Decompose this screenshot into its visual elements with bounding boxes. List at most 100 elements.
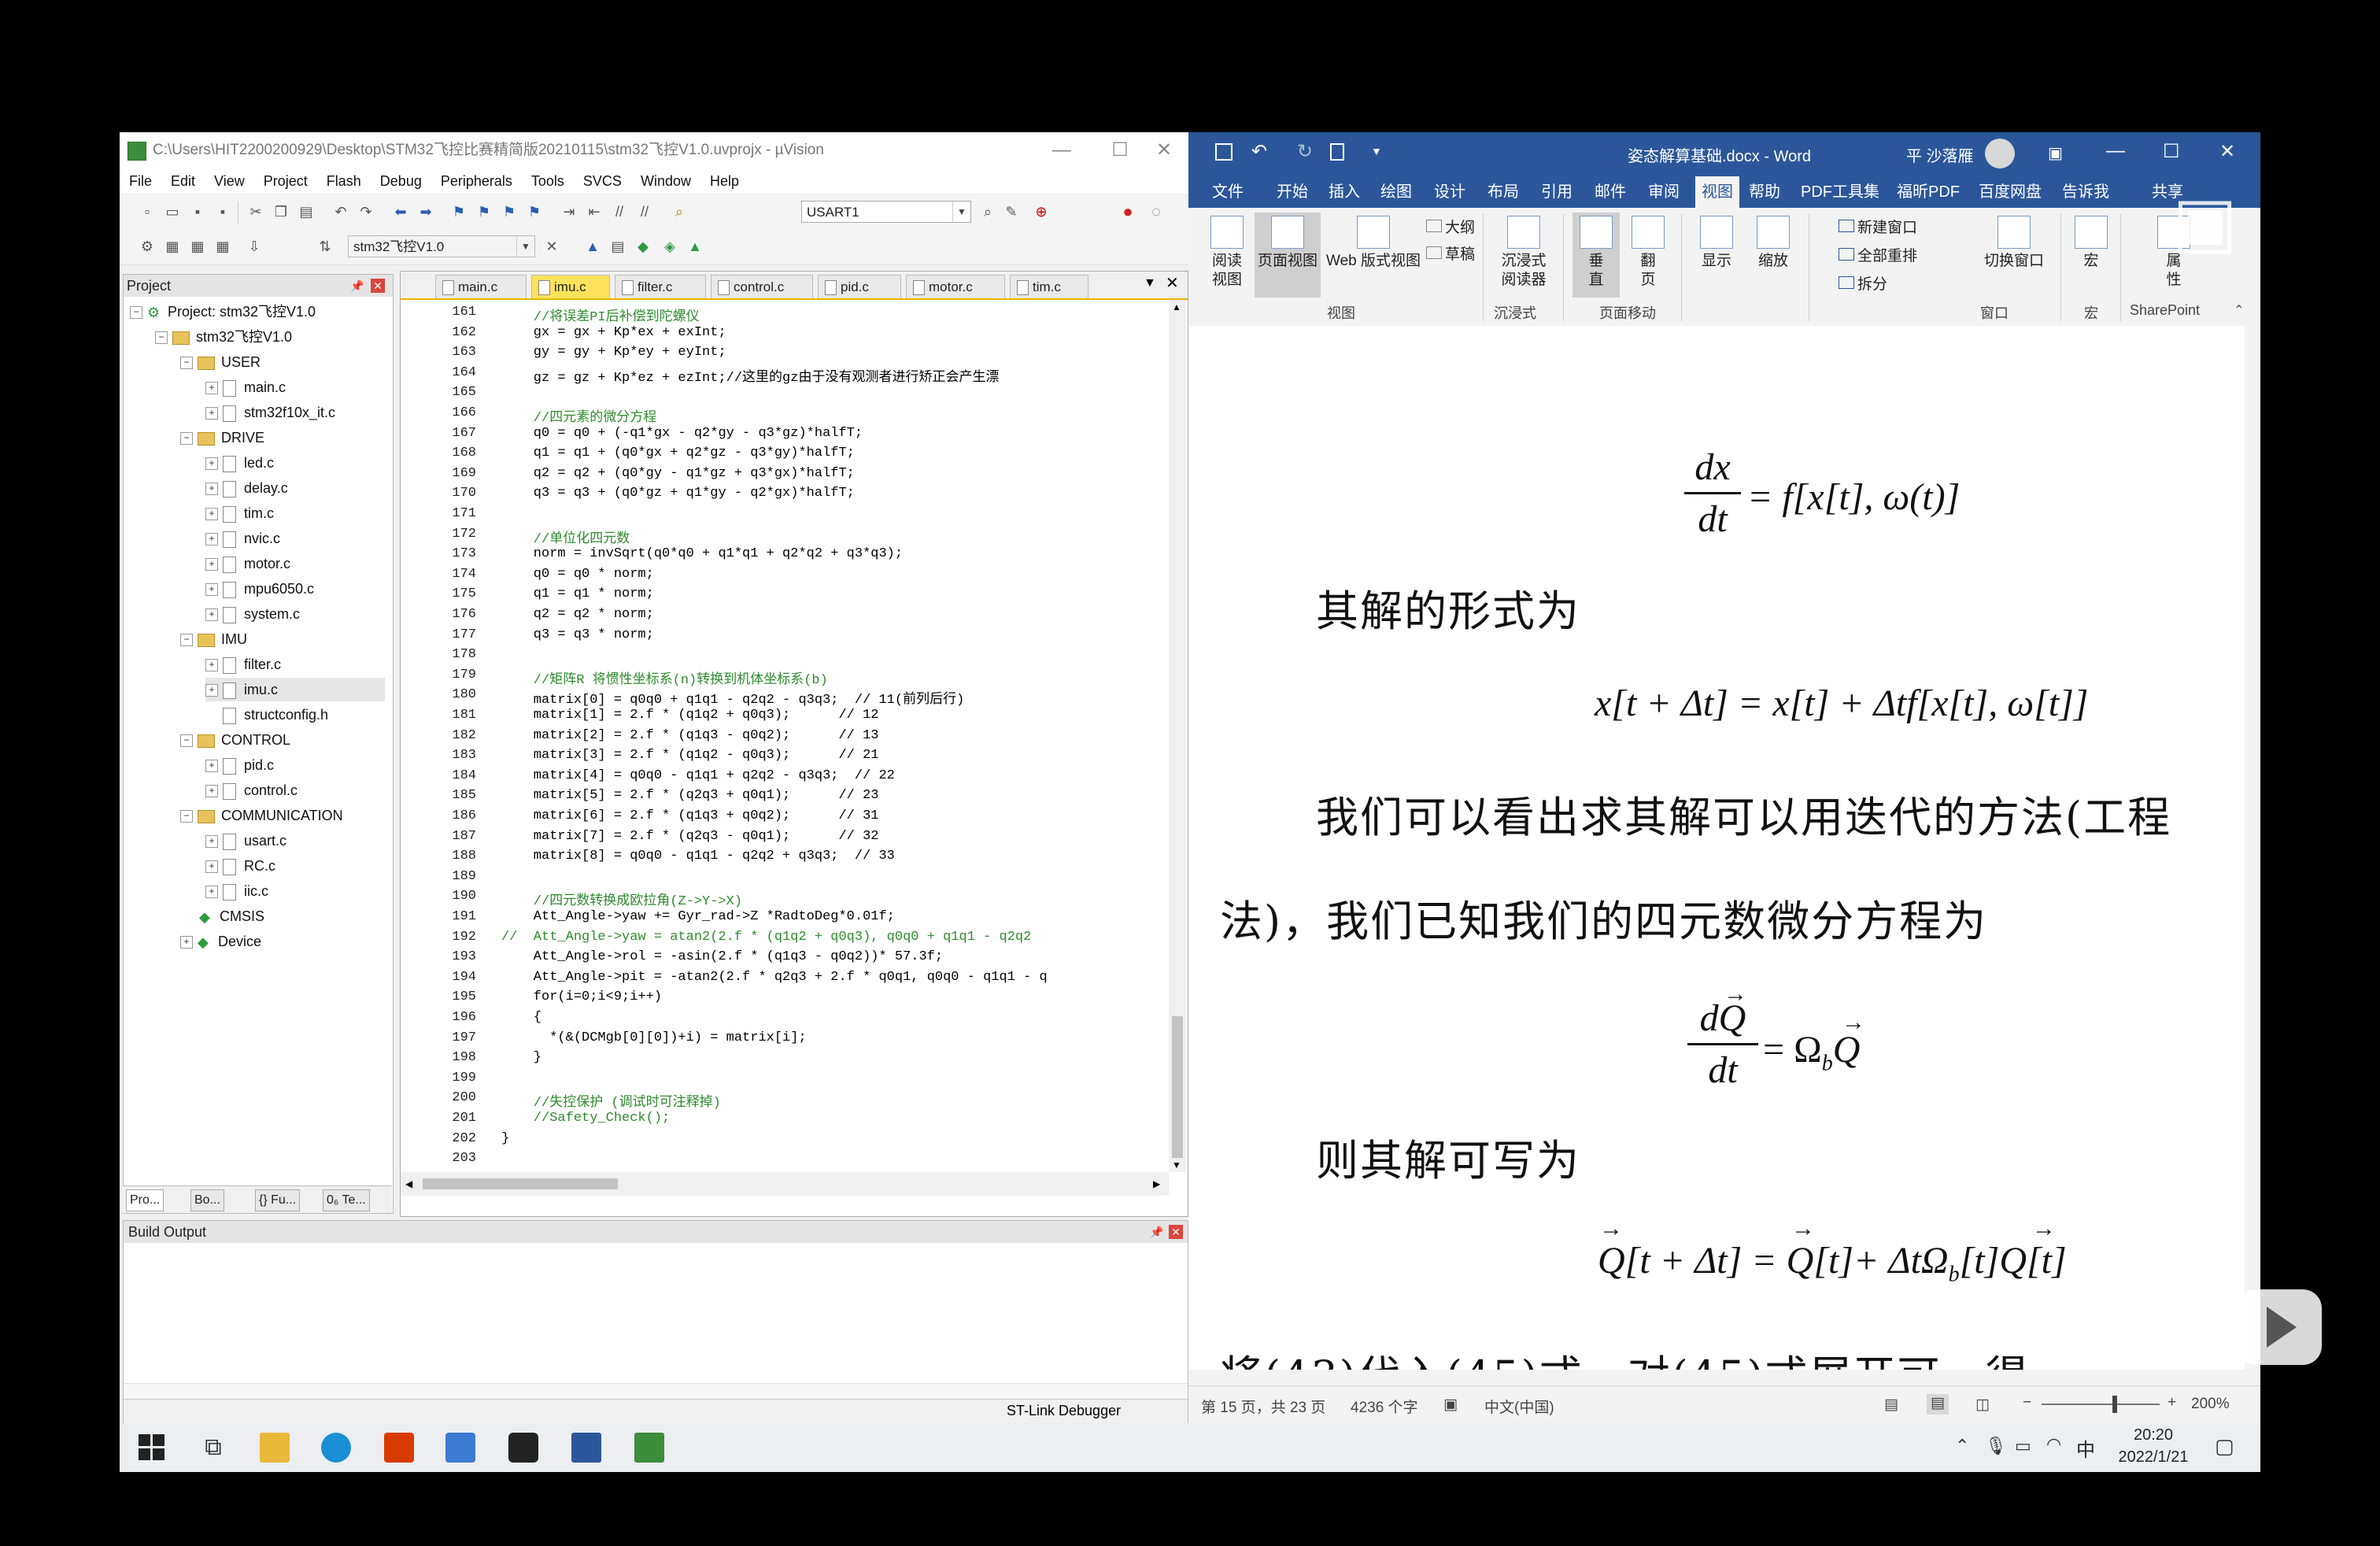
proofing-icon[interactable]: ▣ [1443, 1396, 1458, 1414]
code-line[interactable]: //单位化四元数 [501, 527, 630, 547]
expand-icon[interactable]: + [205, 760, 218, 773]
language-status[interactable]: 中文(中国) [1484, 1396, 1554, 1417]
pin-icon[interactable]: 📌 [1150, 1221, 1163, 1243]
macros-button[interactable]: 宏 [2071, 216, 2111, 271]
collapse-icon[interactable]: − [180, 810, 193, 823]
collapse-icon[interactable]: − [180, 432, 193, 446]
find-icon[interactable]: ⌕ [979, 203, 996, 220]
expand-icon[interactable]: + [205, 835, 218, 849]
collapse-ribbon-icon[interactable]: ⌃ [2234, 302, 2244, 318]
tab-references[interactable]: 引用 [1541, 176, 1572, 208]
editor-hscrollbar[interactable]: ◀ ▶ [401, 1172, 1169, 1196]
zoom-button[interactable]: 缩放 [1749, 216, 1798, 271]
editor-tab[interactable]: motor.c [906, 275, 1005, 298]
expand-icon[interactable]: + [205, 583, 218, 597]
tree-component[interactable]: + ◆ Device [180, 930, 261, 953]
editor-tab[interactable]: main.c [435, 275, 527, 298]
code-line[interactable]: gz = gz + Kp*ez + ezInt;//这里的gz由于没有观测者进行… [501, 365, 1000, 386]
print-layout-view-icon[interactable]: ▤ [1927, 1394, 1949, 1415]
keil-taskbar-icon[interactable] [634, 1433, 664, 1463]
close-tab-icon[interactable]: ✕ [1166, 273, 1179, 293]
tree-file[interactable]: + delay.c [205, 476, 288, 500]
close-pane-icon[interactable]: ✕ [371, 279, 385, 293]
code-line[interactable]: } [501, 1131, 509, 1146]
code-line[interactable]: //Safety_Check(); [501, 1111, 670, 1126]
nav-back-icon[interactable]: ⬅ [392, 203, 409, 220]
target-options-icon[interactable]: ✕ [543, 238, 560, 255]
save-icon[interactable] [1215, 143, 1232, 161]
new-window-button[interactable]: 新建窗口 [1839, 216, 1917, 237]
close-icon[interactable]: ✕ [2219, 140, 2235, 163]
edge-icon[interactable] [321, 1433, 351, 1463]
tree-file[interactable]: + system.c [205, 602, 300, 626]
tab-review[interactable]: 审阅 [1648, 176, 1680, 208]
collapse-icon[interactable]: − [180, 734, 193, 748]
scroll-up-icon[interactable]: ▲ [1172, 301, 1181, 313]
menu-edit[interactable]: Edit [161, 168, 205, 194]
collapse-icon[interactable]: − [180, 357, 193, 370]
editor-tab-active[interactable]: imu.c [531, 275, 610, 298]
tree-file[interactable]: + pid.c [205, 753, 274, 777]
code-line[interactable]: matrix[5] = 2.f * (q2q3 + q0q1); // 23 [501, 788, 879, 803]
tab-help[interactable]: 帮助 [1749, 176, 1780, 208]
wifi-icon[interactable]: ◠ [2046, 1434, 2061, 1455]
office-icon[interactable] [384, 1433, 414, 1463]
code-line[interactable]: gy = gy + Kp*ey + eyInt; [501, 345, 726, 360]
cut-icon[interactable]: ✂ [247, 203, 264, 220]
code-line[interactable]: matrix[7] = 2.f * (q2q3 - q0q1); // 32 [501, 829, 879, 844]
expand-icon[interactable]: + [205, 407, 218, 420]
expand-icon[interactable]: + [205, 533, 218, 546]
tree-file[interactable]: + filter.c [205, 653, 281, 676]
chevron-down-icon[interactable]: ▼ [952, 202, 970, 222]
page-count[interactable]: 第 15 页，共 23 页 [1201, 1396, 1325, 1417]
code-line[interactable]: matrix[3] = 2.f * (q1q2 - q0q3); // 21 [501, 748, 879, 763]
expand-icon[interactable]: + [205, 558, 218, 571]
split-button[interactable]: 拆分 [1839, 272, 1887, 294]
code-line[interactable]: q1 = q1 * norm; [501, 586, 654, 601]
tree-file[interactable]: + control.c [205, 779, 298, 802]
web-layout-view-icon[interactable]: ◫ [1975, 1396, 1990, 1414]
breakpoint-icon[interactable]: ● [1119, 203, 1136, 220]
tree-file[interactable]: + RC.c [205, 854, 275, 878]
open-file-icon[interactable]: ▭ [164, 203, 181, 220]
file-explorer-icon[interactable] [260, 1433, 290, 1463]
build-icon[interactable]: ▦ [164, 238, 181, 255]
scroll-down-icon[interactable]: ▼ [1172, 1160, 1181, 1171]
menu-view[interactable]: View [205, 168, 254, 194]
doc-hscrollbar[interactable] [1188, 1370, 2260, 1385]
code-line[interactable]: Att_Angle->yaw += Gyr_rad->Z *RadtoDeg*0… [501, 909, 895, 924]
expand-icon[interactable]: + [205, 659, 218, 672]
zoom-slider-thumb[interactable] [2112, 1396, 2117, 1413]
incremental-find-icon[interactable]: ✎ [1003, 203, 1020, 220]
scroll-left-icon[interactable]: ◀ [405, 1178, 412, 1189]
camera-app-icon[interactable] [508, 1433, 538, 1463]
save-icon[interactable]: ▪ [189, 203, 206, 220]
clock-date[interactable]: 2022/1/21 [2114, 1448, 2193, 1466]
menu-flash[interactable]: Flash [317, 168, 371, 194]
outline-button[interactable]: 大纲 [1426, 216, 1475, 237]
collapse-icon[interactable]: − [155, 331, 168, 345]
code-line[interactable]: q0 = q0 * norm; [501, 567, 654, 582]
tray-overflow-icon[interactable]: ⌃ [1955, 1436, 1969, 1456]
code-line[interactable]: matrix[0] = q0q0 + q1q1 - q2q2 - q3q3; /… [501, 687, 965, 708]
scroll-thumb[interactable] [423, 1178, 618, 1189]
rebuild-icon[interactable]: ▦ [189, 238, 206, 255]
tab-mailings[interactable]: 邮件 [1595, 176, 1626, 208]
doc-vscrollbar[interactable] [2245, 326, 2260, 1370]
draft-button[interactable]: 草稿 [1426, 242, 1475, 264]
avatar[interactable] [1985, 139, 2015, 168]
new-file-icon[interactable]: ▫ [139, 203, 156, 220]
indent-icon[interactable]: ⇥ [560, 203, 578, 220]
tree-file-selected[interactable]: + imu.c [205, 678, 385, 701]
editor-tab[interactable]: control.c [711, 275, 813, 298]
tab-pdf-tools[interactable]: PDF工具集 [1801, 176, 1879, 208]
translate-icon[interactable]: ⚙ [139, 238, 156, 255]
zoom-out-icon[interactable]: − [2023, 1394, 2031, 1411]
microphone-icon[interactable]: 🎙 [1985, 1436, 2007, 1456]
pack-installer-icon[interactable]: ◈ [661, 238, 678, 255]
tree-group[interactable]: − USER [180, 350, 261, 374]
redo-icon[interactable]: ↷ [357, 203, 375, 220]
quick-access-icon[interactable] [1330, 143, 1344, 161]
code-line[interactable]: matrix[4] = q0q0 - q1q1 + q2q2 - q3q3; /… [501, 768, 895, 783]
menu-svcs[interactable]: SVCS [574, 168, 631, 194]
